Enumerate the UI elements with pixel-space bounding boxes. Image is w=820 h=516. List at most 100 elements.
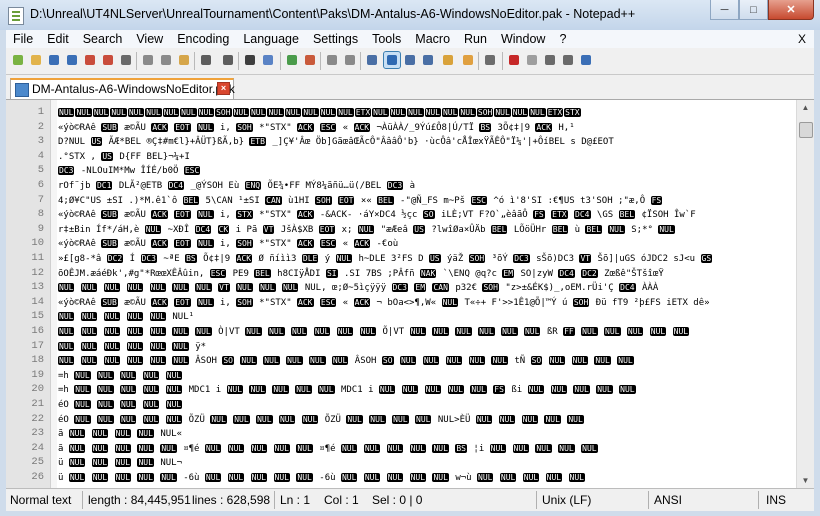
code-line[interactable]: ã NUL NUL NUL NUL NUL ¤¶é NUL NUL NUL NU… — [58, 442, 798, 455]
find-icon[interactable] — [242, 52, 258, 68]
scroll-up-icon[interactable]: ▲ — [800, 102, 811, 113]
control-char-token: NUL — [301, 414, 319, 424]
menu-edit[interactable]: Edit — [40, 30, 76, 48]
code-line[interactable]: éO NUL NUL NUL NUL NUL — [58, 398, 798, 411]
save-macro-icon[interactable] — [578, 52, 594, 68]
text-run: sJ<u — [673, 254, 696, 264]
status-encoding[interactable]: ANSI — [654, 493, 682, 507]
code-line[interactable]: NUL NUL NUL NUL NUL NUL¹ — [58, 310, 798, 323]
control-char-token: SOH — [236, 122, 253, 132]
stop-macro-icon[interactable] — [524, 52, 540, 68]
menu-file[interactable]: File — [6, 30, 40, 48]
menu-settings[interactable]: Settings — [306, 30, 365, 48]
menu-macro[interactable]: Macro — [408, 30, 457, 48]
code-line[interactable]: D?NUL US ÃÆ*BEL ®Ç‡#m€l}+ÂÜT}ßÃ,b} ETB _… — [58, 135, 798, 148]
code-line[interactable]: .°STX , US D{FF BEL}¬¼+I — [58, 150, 798, 163]
code-line[interactable]: õOÊJM.æáéÐk',#g"*RœœXÊÂûin, ESC PE9 BEL … — [58, 267, 798, 280]
text-run: œ;Ø~5ìçÿÿÿ — [331, 283, 387, 294]
code-line[interactable]: ã NUL NUL NUL NUL NUL« — [58, 427, 798, 440]
code-line[interactable]: r‡±Bin Íf*/áH,è NUL ~XÐÎ DC4 CK i Pã VT … — [58, 223, 798, 236]
control-char-token: NUL — [58, 341, 75, 351]
close-button[interactable]: ✕ — [768, 0, 814, 20]
cut-icon[interactable] — [140, 52, 156, 68]
code-line[interactable]: ü NUL NUL NUL NUL NUL¬ — [58, 456, 798, 469]
text-run — [396, 385, 401, 395]
code-line[interactable]: «ýò©RAê SUB æ©ÃU ACK EOT NUL i, SOH *"ST… — [58, 237, 798, 250]
text-run — [121, 327, 126, 337]
menu-help[interactable]: ? — [552, 30, 573, 48]
text-run: ×« — [360, 195, 372, 206]
code-line[interactable]: »£[g8-*â DC2 Í DC3 ~ªE BS Õ¢‡|9 ACK Ø ñí… — [58, 252, 798, 265]
code-line[interactable]: éO NUL NUL NUL NUL NUL ÕZÜ NUL NUL NUL N… — [58, 413, 798, 426]
redo-icon[interactable] — [220, 52, 236, 68]
menu-language[interactable]: Language — [236, 30, 306, 48]
menu-window[interactable]: Window — [494, 30, 552, 48]
scroll-down-icon[interactable]: ▼ — [800, 475, 811, 486]
vertical-scrollbar[interactable]: ▲ ▼ — [796, 100, 814, 488]
menu-tools[interactable]: Tools — [365, 30, 408, 48]
save-all-icon[interactable] — [64, 52, 80, 68]
paste-icon[interactable] — [176, 52, 192, 68]
fold-margin[interactable] — [51, 100, 57, 488]
status-eol[interactable]: Unix (LF) — [542, 493, 591, 507]
zoom-in-icon[interactable] — [284, 52, 300, 68]
control-char-token: NUL — [249, 108, 267, 117]
code-line[interactable]: «ýò©RAê SUB æ©ÃU ACK EOT NUL i, STX *"ST… — [58, 208, 798, 221]
open-file-icon[interactable] — [28, 52, 44, 68]
code-line[interactable]: =h NUL NUL NUL NUL NUL — [58, 369, 798, 382]
indent-guide-icon[interactable] — [402, 52, 418, 68]
sync-horizontal-icon[interactable] — [342, 52, 358, 68]
menu-run[interactable]: Run — [457, 30, 494, 48]
close-file-icon[interactable] — [82, 52, 98, 68]
code-line[interactable]: «ýò©RAê SUB æ©ÃU ACK EOT NUL i, SOH *"ST… — [58, 121, 798, 134]
document-map-icon[interactable] — [420, 52, 436, 68]
code-line[interactable]: NUL NUL NUL NUL NUL NUL NUL Ò|VT NUL NUL… — [58, 325, 798, 338]
new-file-icon[interactable] — [10, 52, 26, 68]
control-char-token: SOH — [572, 297, 590, 307]
undo-icon[interactable] — [198, 52, 214, 68]
record-macro-icon[interactable] — [506, 52, 522, 68]
copy-icon[interactable] — [158, 52, 174, 68]
editor-area[interactable]: 1 2 3 4 5 6 7 8 9 10 11 12 13 14 15 16 17 18 19 20 21 22 23 24 2… — [6, 99, 814, 488]
folder-as-workspace-icon[interactable] — [460, 52, 476, 68]
monitoring-icon[interactable] — [482, 52, 498, 68]
word-wrap-icon[interactable] — [364, 52, 380, 68]
control-char-token: SUB — [101, 297, 118, 307]
document-tab[interactable]: DM-Antalus-A6-WindowsNoEditor.pak × — [10, 78, 235, 99]
code-line[interactable]: NUL NUL NUL NUL NUL NUL NUL VT NUL NUL N… — [58, 281, 798, 294]
print-icon[interactable] — [118, 52, 134, 68]
function-list-icon[interactable] — [440, 52, 456, 68]
code-line[interactable]: DC3 -NLOuIM*Mw ÎÍÉ/b0Ö ESC — [58, 164, 798, 177]
close-document-button[interactable]: X — [798, 32, 814, 46]
text-run: h~DLE — [358, 254, 386, 264]
text-run: i — [368, 385, 374, 396]
scroll-thumb[interactable] — [799, 122, 813, 138]
text-run — [121, 356, 126, 366]
maximize-button[interactable]: □ — [739, 0, 768, 20]
code-line[interactable]: NUL NUL NUL NUL NUL NUL ÿ* — [58, 340, 798, 353]
code-line[interactable]: rOf¨jb DC1 DLÃ²@ETB DC4 _@ÝSOH Eù ENQ ÕE… — [58, 179, 798, 192]
code-line[interactable]: NUL NUL NUL NUL NUL NUL NUL NUL NUL SOH NUL NUL NUL N… — [58, 106, 798, 119]
menu-encoding[interactable]: Encoding — [170, 30, 236, 48]
code-line[interactable]: NUL NUL NUL NUL NUL NUL ÂSOH SO NUL NUL … — [58, 354, 798, 367]
menu-view[interactable]: View — [129, 30, 170, 48]
status-insert-mode[interactable]: INS — [766, 493, 786, 507]
menu-search[interactable]: Search — [76, 30, 130, 48]
control-char-token: NUL — [126, 341, 144, 351]
save-icon[interactable] — [46, 52, 62, 68]
show-all-characters-icon[interactable] — [383, 51, 401, 69]
run-macro-multiple-icon[interactable] — [560, 52, 576, 68]
show-all-characters-glyph — [387, 55, 397, 65]
code-line[interactable]: ü NUL NUL NUL NUL NUL -6ù NUL NUL NUL NU… — [58, 471, 798, 484]
replace-icon[interactable] — [260, 52, 276, 68]
sync-vertical-icon[interactable] — [324, 52, 340, 68]
close-all-icon[interactable] — [100, 52, 116, 68]
zoom-out-icon[interactable] — [302, 52, 318, 68]
code-line[interactable]: 4;Ø¥C"US ±SI .)*M.ê1`ô BEL 5\CAN ¹±SI CA… — [58, 194, 798, 207]
text-run: D@£EOT — [581, 137, 614, 148]
tab-close-button[interactable]: × — [217, 82, 230, 95]
code-line[interactable]: «ýò©RAê SUB æ©ÃU ACK EOT NUL i, SOH *"ST… — [58, 296, 798, 309]
minimize-button[interactable]: ─ — [710, 0, 739, 20]
code-line[interactable]: =h NUL NUL NUL NUL NUL MDC1 i NUL NUL NU… — [58, 383, 798, 396]
play-macro-icon[interactable] — [542, 52, 558, 68]
